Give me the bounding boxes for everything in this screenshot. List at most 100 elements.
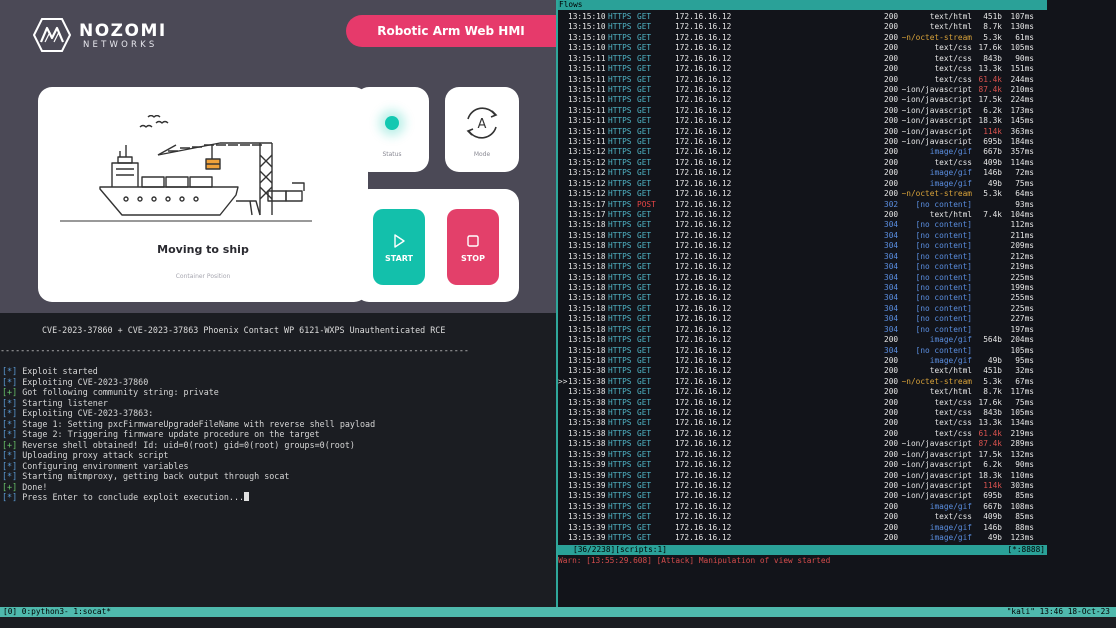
flow-row[interactable]: 13:15:18HTTPSGET172.16.16.12/Scripts/upd… [558,283,1116,293]
flow-row[interactable]: 13:15:12HTTPSGET172.16.16.12/Images/Navi… [558,179,1116,189]
flow-row[interactable]: 13:15:10HTTPSGET172.16.16.12/favicon.ico… [558,33,1116,43]
flow-time: 13:15:17 [568,210,606,220]
flow-row[interactable]: 13:15:12HTTPSGET172.16.16.12/CSS/MiniWeb… [558,158,1116,168]
flow-method: GET [637,355,652,365]
tmux-windows[interactable]: [0] 0:python3- 1:socat* [3,607,111,617]
flow-row[interactable]: 13:15:11HTTPSGET172.16.16.12/CSS/SpriteI… [558,64,1116,74]
flow-row[interactable]: 13:15:39HTTPSGET172.16.16.12/Scripts/top… [558,481,1116,491]
flow-status-code: 200 [884,460,899,470]
flow-method: GET [637,314,652,324]
flow-row[interactable]: 13:15:11HTTPSGET172.16.16.12/CSS/TreeVie… [558,54,1116,64]
flow-row[interactable]: 13:15:10HTTPSGET172.16.16.12/Portal/Port… [558,22,1116,32]
flow-row[interactable]: 13:15:39HTTPSGET172.16.16.12/Images/back… [558,523,1116,533]
flow-row[interactable]: 13:15:39HTTPSGET172.16.16.12/Scripts/upd… [558,460,1116,470]
flow-row[interactable]: 13:15:18HTTPSGET172.16.16.12/Images/ICO_… [558,335,1116,345]
flow-content-type: text/html [929,366,972,376]
flow-row[interactable]: 13:15:18HTTPSGET172.16.16.12/Scripts/Com… [558,273,1116,283]
stop-button[interactable]: STOP [447,209,499,285]
flow-ip: 172.16.16.12 [675,32,732,42]
flow-row[interactable]: 13:15:12HTTPSGET172.16.16.12/favicon.ico… [558,189,1116,199]
flow-content-type: text/css [934,408,972,418]
flow-row[interactable]: 13:15:17HTTPSGET172.16.16.12/Portal/Port… [558,210,1116,220]
flow-row[interactable]: 13:15:11HTTPSGET172.16.16.12/Scripts/upd… [558,106,1116,116]
flows-status-bar: [36/2238][scripts:1] [*:8888] [558,545,1047,555]
flow-status-code: 304 [884,345,899,355]
start-button[interactable]: START [373,209,425,285]
flow-duration: 210ms [1010,84,1034,94]
flow-duration: 85ms [1015,512,1034,522]
flow-row[interactable]: 13:15:18HTTPSGET172.16.16.12/Scripts/jqu… [558,262,1116,272]
flow-row[interactable]: 13:15:11HTTPSGET172.16.16.12/Scripts/top… [558,127,1116,137]
exploit-terminal[interactable]: CVE-2023-37860 + CVE-2023-37863 Phoenix … [0,313,556,607]
flow-time: 13:15:12 [568,168,606,178]
flow-time: 13:15:38 [568,408,606,418]
flow-row[interactable]: >>13:15:38HTTPSGET172.16.16.12/favicon.i… [558,377,1116,387]
flow-ip: 172.16.16.12 [675,230,732,240]
log-line: [*] Uploading proxy attack script [2,450,375,461]
flow-row[interactable]: 13:15:18HTTPSGET172.16.16.12/Scripts/pop… [558,314,1116,324]
flow-protocol: HTTPS [608,460,632,470]
flow-row[interactable]: 13:15:18HTTPSGET172.16.16.12/CSS/S7Web.c… [558,252,1116,262]
flow-row[interactable]: 13:15:18HTTPSGET172.16.16.12/Scripts/sor… [558,293,1116,303]
flow-size: 17.6k [978,397,1002,407]
flow-size: 5.3k [983,376,1002,386]
flow-time: 13:15:10 [568,43,606,53]
flow-size: 61.4k [978,428,1002,438]
flow-row[interactable]: 13:15:39HTTPSGET172.16.16.12/Images/Siem… [558,502,1116,512]
flow-row[interactable]: 13:15:18HTTPSGET172.16.16.12/CSS/SpriteI… [558,241,1116,251]
flow-content-type: [no content] [915,220,972,230]
flow-row[interactable]: 13:15:18HTTPSGET172.16.16.12/CSS/MiniWeb… [558,220,1116,230]
flow-row[interactable]: 13:15:38HTTPSGET172.16.16.12/Scripts/jqu… [558,439,1116,449]
flow-row[interactable]: 13:15:38HTTPSGET172.16.16.12/awp/Robotic… [558,366,1116,376]
flow-content-type: ~ion/javascript [901,116,972,126]
flow-time: 13:15:18 [568,303,606,313]
flow-row[interactable]: 13:15:38HTTPSGET172.16.16.12/Portal/Port… [558,387,1116,397]
flow-row[interactable]: 13:15:39HTTPSGET172.16.16.12/CSS/MiniWeb… [558,512,1116,522]
flow-size: 17.6k [978,43,1002,53]
flow-method: GET [637,501,652,511]
flow-protocol: HTTPS [608,74,632,84]
log-line: [*] Stage 1: Setting pxcFirmwareUpgradeF… [2,419,375,430]
flow-protocol: HTTPS [608,157,632,167]
flow-row[interactable]: 13:15:38HTTPSGET172.16.16.12/CSS/MiniWeb… [558,398,1116,408]
flow-duration: 75ms [1015,178,1034,188]
flow-row[interactable]: 13:15:18HTTPSGET172.16.16.12/Images/Navi… [558,356,1116,366]
flow-row[interactable]: 13:15:11HTTPSGET172.16.16.12/Scripts/Com… [558,95,1116,105]
flow-ip: 172.16.16.12 [675,241,732,251]
flow-ip: 172.16.16.12 [675,116,732,126]
flow-row[interactable]: 13:15:18HTTPSGET172.16.16.12/CSS/MiniWeb… [558,346,1116,356]
flow-row[interactable]: 13:15:18HTTPSGET172.16.16.12/CSS/TreeVie… [558,231,1116,241]
flow-row[interactable]: 13:15:39HTTPSGET172.16.16.12/Scripts/pop… [558,491,1116,501]
flow-row[interactable]: 13:15:39HTTPSGET172.16.16.12/Scripts/sor… [558,471,1116,481]
flow-row[interactable]: 13:15:38HTTPSGET172.16.16.12/CSS/SpriteI… [558,418,1116,428]
flow-time: 13:15:11 [568,126,606,136]
flow-time: 13:15:18 [568,314,606,324]
flow-row[interactable]: 13:15:11HTTPSGET172.16.16.12/Scripts/sor… [558,116,1116,126]
flow-content-type: image/gif [929,335,972,345]
flow-row[interactable]: 13:15:12HTTPSGET172.16.16.12/Images/back… [558,168,1116,178]
flow-row[interactable]: 13:15:38HTTPSGET172.16.16.12/CSS/S7Web.c… [558,429,1116,439]
log-line: [*] Configuring environment variables [2,461,375,472]
flow-row[interactable]: 13:15:38HTTPSGET172.16.16.12/CSS/TreeVie… [558,408,1116,418]
flow-time: 13:15:11 [568,105,606,115]
flow-duration: 90ms [1015,460,1034,470]
flow-row[interactable]: 13:15:10HTTPSGET172.16.16.12/CSS/MiniWeb… [558,43,1116,53]
mode-card[interactable]: A Mode [445,87,519,172]
flow-method: GET [637,241,652,251]
flow-duration: 105ms [1010,43,1034,53]
flow-row[interactable]: 13:15:39HTTPSGET172.16.16.12/Scripts/Com… [558,450,1116,460]
flow-time: 13:15:11 [568,74,606,84]
flow-row[interactable]: 13:15:17HTTPSPOST172.16.16.12/FormLogin3… [558,200,1116,210]
flow-row[interactable]: 13:15:18HTTPSGET172.16.16.12/Scripts/top… [558,304,1116,314]
flow-row[interactable]: 13:15:11HTTPSGET172.16.16.12/CSS/S7Web.c… [558,75,1116,85]
flow-row[interactable]: 13:15:11HTTPSGET172.16.16.12/Scripts/jqu… [558,85,1116,95]
flow-row[interactable]: 13:15:39HTTPSGET172.16.16.12/Images/Navi… [558,533,1116,543]
flow-row[interactable]: 13:15:10HTTPSGET172.16.16.12/awp/Robotic… [558,12,1116,22]
flow-row[interactable]: 13:15:18HTTPSGET172.16.16.12/Images/Siem… [558,325,1116,335]
flow-method: GET [637,262,652,272]
flow-row[interactable]: 13:15:11HTTPSGET172.16.16.12/Scripts/pop… [558,137,1116,147]
flow-row[interactable]: 13:15:12HTTPSGET172.16.16.12/Images/Siem… [558,147,1116,157]
log-line: [+] Done! [2,482,375,493]
log-tag: [*] [2,366,18,376]
logo-subtitle: NETWORKS [83,40,158,50]
